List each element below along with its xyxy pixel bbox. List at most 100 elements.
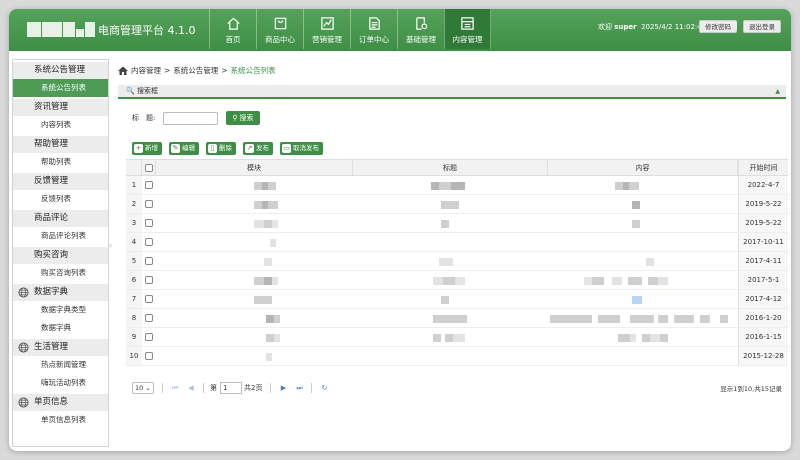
row-select-cell[interactable] xyxy=(142,252,156,270)
column-header-start-time[interactable]: 开始时间 xyxy=(738,160,788,175)
title-cell xyxy=(353,195,548,213)
redacted-text xyxy=(632,201,640,209)
row-select-cell[interactable] xyxy=(142,176,156,194)
sidebar-group[interactable]: 系统公告管理 xyxy=(13,62,108,79)
folder-icon: ▭ xyxy=(282,144,291,153)
edit-button[interactable]: ✎ 编辑 xyxy=(169,142,199,155)
refresh-icon[interactable]: ↻ xyxy=(320,384,328,392)
publish-button[interactable]: ↗ 发布 xyxy=(243,142,273,155)
row-checkbox[interactable] xyxy=(145,295,153,303)
table-row[interactable]: 8 2016-1-20 xyxy=(126,309,788,328)
sidebar-item[interactable]: 单页信息列表 xyxy=(13,411,108,429)
nav-order-center[interactable]: 订单中心 xyxy=(350,9,397,49)
sidebar-item[interactable]: 热点新闻管理 xyxy=(13,356,108,374)
add-button[interactable]: + 新增 xyxy=(132,142,162,155)
redacted-text xyxy=(628,277,642,285)
row-select-cell[interactable] xyxy=(142,328,156,346)
row-select-cell[interactable] xyxy=(142,290,156,308)
row-checkbox[interactable] xyxy=(145,333,153,341)
row-checkbox[interactable] xyxy=(145,219,153,227)
sidebar-group-label: 单页信息 xyxy=(34,397,69,407)
redacted-text xyxy=(270,239,276,247)
module-cell xyxy=(156,290,353,308)
breadcrumb-item[interactable]: 系统公告管理 xyxy=(173,65,218,76)
row-checkbox[interactable] xyxy=(145,314,153,322)
sidebar-group[interactable]: 帮助管理 xyxy=(13,136,108,153)
sidebar-collapse-handle[interactable]: ‹ xyxy=(109,241,115,253)
sidebar-item[interactable]: 商品评论列表 xyxy=(13,227,108,245)
unpublish-button[interactable]: ▭ 取消发布 xyxy=(280,142,323,155)
nav-basic-management[interactable]: 基础管理 xyxy=(397,9,444,49)
sidebar-item[interactable]: 嗨玩活动列表 xyxy=(13,374,108,392)
search-panel-header[interactable]: 🔍 搜索框 ▲ xyxy=(118,85,786,99)
search-icon: ⚲ xyxy=(232,114,238,122)
nav-home[interactable]: 首页 xyxy=(209,9,256,49)
nav-content-management[interactable]: 内容管理 xyxy=(444,9,491,49)
table-row[interactable]: 7 2017-4-12 xyxy=(126,290,788,309)
row-checkbox[interactable] xyxy=(145,181,153,189)
prev-page-icon[interactable]: ◀ xyxy=(187,384,195,392)
sidebar-group[interactable]: 资讯管理 xyxy=(13,99,108,116)
column-header-content[interactable]: 内容 xyxy=(548,160,738,175)
title-cell xyxy=(353,290,548,308)
table-row[interactable]: 10 2015-12-28 xyxy=(126,347,788,366)
first-page-icon[interactable]: ⏮ xyxy=(171,384,179,393)
table-row[interactable]: 2 2019-5-22 xyxy=(126,195,788,214)
page-number-input[interactable]: 1 xyxy=(220,382,242,394)
table-row[interactable]: 5 2017-4-11 xyxy=(126,252,788,271)
column-header-title[interactable]: 标题 xyxy=(353,160,548,175)
header-select-all[interactable] xyxy=(142,160,156,175)
row-select-cell[interactable] xyxy=(142,271,156,289)
sidebar-item[interactable]: 数据字典 xyxy=(13,319,108,337)
collapse-arrow-icon[interactable]: ▲ xyxy=(775,85,780,98)
sidebar-group-label: 帮助管理 xyxy=(34,139,69,149)
row-checkbox[interactable] xyxy=(145,200,153,208)
table-row[interactable]: 1 2022-4-7 xyxy=(126,176,788,195)
sidebar-item[interactable]: 数据字典类型 xyxy=(13,301,108,319)
sidebar-group[interactable]: 购买咨询 xyxy=(13,247,108,264)
username: super xyxy=(614,23,637,31)
table-row[interactable]: 9 2016-1-15 xyxy=(126,328,788,347)
breadcrumb-item[interactable]: 内容管理 xyxy=(131,65,161,76)
row-select-cell[interactable] xyxy=(142,214,156,232)
next-page-icon[interactable]: ▶ xyxy=(279,384,287,392)
search-button[interactable]: ⚲ 搜索 xyxy=(226,111,260,125)
last-page-icon[interactable]: ⏭ xyxy=(295,384,303,393)
sidebar-group[interactable]: 数据字典 xyxy=(13,284,108,301)
redacted-text xyxy=(264,258,272,266)
sidebar-item[interactable]: 内容列表 xyxy=(13,116,108,134)
row-checkbox[interactable] xyxy=(145,276,153,284)
change-password-button[interactable]: 修改密码 xyxy=(699,20,737,33)
sidebar-item[interactable]: 购买咨询列表 xyxy=(13,264,108,282)
title-search-input[interactable] xyxy=(163,111,219,125)
redacted-text xyxy=(254,201,262,209)
row-checkbox[interactable] xyxy=(145,257,153,265)
nav-product-center[interactable]: 商品中心 xyxy=(256,9,303,49)
sidebar-item[interactable]: 反馈列表 xyxy=(13,190,108,208)
delete-button[interactable]: ▯ 删除 xyxy=(206,142,236,155)
table-row[interactable]: 6 2017-5-1 xyxy=(126,271,788,290)
table-row[interactable]: 3 2019-5-22 xyxy=(126,214,788,233)
row-select-cell[interactable] xyxy=(142,195,156,213)
nav-marketing[interactable]: 营销管理 xyxy=(303,9,350,49)
row-checkbox[interactable] xyxy=(145,352,153,360)
row-checkbox[interactable] xyxy=(145,238,153,246)
select-all-checkbox[interactable] xyxy=(144,163,153,172)
sidebar-group[interactable]: 商品评论 xyxy=(13,210,108,227)
sidebar-group[interactable]: 生活管理 xyxy=(13,339,108,356)
row-select-cell[interactable] xyxy=(142,347,156,365)
table-row[interactable]: 4 2017-10-11 xyxy=(126,233,788,252)
settings-doc-icon xyxy=(415,17,427,30)
sidebar-item[interactable]: 帮助列表 xyxy=(13,153,108,171)
sidebar: 系统公告管理 系统公告列表 资讯管理 内容列表帮助管理帮助列表反馈管理 反馈列表商品评论… xyxy=(12,59,109,447)
header-row-number xyxy=(126,160,142,175)
page-size-select[interactable]: 10 ⌄ xyxy=(132,382,154,394)
sidebar-item[interactable]: 系统公告列表 xyxy=(13,79,108,97)
column-header-module[interactable]: 模块 xyxy=(156,160,353,175)
row-select-cell[interactable] xyxy=(142,233,156,251)
sidebar-group[interactable]: 单页信息 xyxy=(13,394,108,411)
logout-button[interactable]: 退出登录 xyxy=(743,20,781,33)
module-cell xyxy=(156,347,353,365)
row-select-cell[interactable] xyxy=(142,309,156,327)
sidebar-group[interactable]: 反馈管理 xyxy=(13,173,108,190)
